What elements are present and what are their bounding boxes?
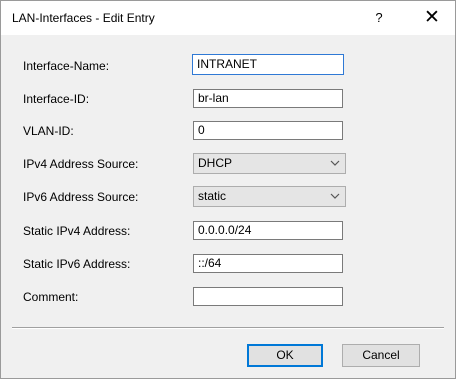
static-ipv6-input[interactable]: ::/64 [193,254,343,273]
ok-button[interactable]: OK [247,344,323,367]
ipv4-source-select[interactable]: DHCP [193,153,346,174]
vlan-id-label: VLAN-ID: [23,124,74,138]
static-ipv4-input[interactable]: 0.0.0.0/24 [193,221,343,240]
ipv6-source-value: static [198,189,227,203]
divider [12,327,444,329]
ipv6-source-label: IPv6 Address Source: [23,190,139,204]
title-bar[interactable]: LAN-Interfaces - Edit Entry ? ✕ [1,1,455,35]
comment-label: Comment: [23,290,79,304]
vlan-id-input[interactable]: 0 [193,121,343,140]
edit-entry-dialog: LAN-Interfaces - Edit Entry ? ✕ Interfac… [0,0,456,379]
help-button[interactable]: ? [362,1,396,35]
close-button[interactable]: ✕ [409,1,455,35]
comment-input[interactable] [193,287,343,306]
static-ipv4-label: Static IPv4 Address: [23,224,131,238]
ipv6-source-select[interactable]: static [193,186,346,207]
cancel-button[interactable]: Cancel [342,344,420,367]
interface-name-input[interactable]: INTRANET [192,54,344,75]
chevron-down-icon [330,160,340,166]
ipv4-source-value: DHCP [198,156,233,170]
chevron-down-icon [330,193,340,199]
interface-name-label: Interface-Name: [23,59,110,73]
interface-id-input[interactable]: br-lan [193,89,343,108]
window-title: LAN-Interfaces - Edit Entry [12,11,155,25]
interface-id-label: Interface-ID: [23,92,90,106]
ipv4-source-label: IPv4 Address Source: [23,157,139,171]
static-ipv6-label: Static IPv6 Address: [23,257,131,271]
